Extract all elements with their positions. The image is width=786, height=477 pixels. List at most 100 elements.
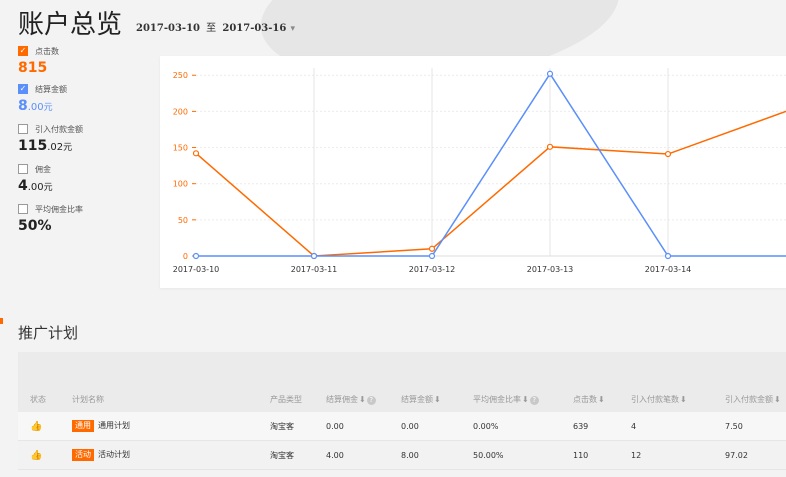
sort-icon[interactable]: ⬇ [774,395,781,404]
y-tick-label: 50 [178,216,188,225]
data-point [192,252,200,260]
metric-toggle[interactable]: 佣金 [18,162,148,176]
metric-value: 815 [18,60,48,76]
table-header-row: 状态 计划名称 产品类型 结算佣金⬇? 结算金额⬇ 平均佣金比率⬇? 点击数⬇ … [18,386,786,412]
payment-orders: 4 [631,421,637,431]
sort-icon[interactable]: ⬇ [434,395,441,404]
checkbox-checked-icon[interactable]: ✓ [18,46,28,56]
metric-toggle[interactable]: ✓ 点击数 [18,44,148,58]
avg-commission-rate: 0.00% [473,421,499,431]
thumb-icon[interactable]: 👍 [30,421,42,432]
column-header[interactable]: 产品类型 [270,394,326,405]
trend-chart: 0 50 100 150 200 250 2017-03-10 2017-03-11 2017-… [173,68,786,274]
metric-settlement-amount: ✓ 结算金额 8.00元 [18,82,148,116]
date-end: 2017-03-16 [222,23,287,34]
y-tick-label: 100 [173,180,188,189]
sort-icon[interactable]: ⬇ [680,395,687,404]
promo-plan-table: 状态 计划名称 产品类型 结算佣金⬇? 结算金额⬇ 平均佣金比率⬇? 点击数⬇ … [18,352,786,470]
edge-marker [0,318,3,324]
metric-value: 50% [18,218,52,234]
settled-commission: 0.00 [326,421,344,431]
table-toolbar [18,352,786,386]
payment-amount: 97.02 [725,450,748,460]
column-header[interactable]: 引入付款笔数⬇ [631,394,725,405]
data-point [428,252,436,260]
metric-clicks: ✓ 点击数 815 [18,44,148,76]
column-header[interactable]: 结算金额⬇ [401,394,473,405]
table-row[interactable]: 👍 活动 活动计划 淘宝客 4.00 8.00 50.00% 110 12 97.… [18,441,786,470]
data-point [192,150,200,157]
avg-commission-rate: 50.00% [473,450,504,460]
product-type: 淘宝客 [270,421,294,431]
y-tick-label: 250 [173,71,188,80]
date-separator: 至 [206,23,217,34]
plan-tag: 通用 [72,420,94,432]
metric-value: 4.00元 [18,178,53,194]
help-icon[interactable]: ? [529,395,539,405]
x-tick-label: 2017-03-11 [291,265,338,274]
y-tick-label: 200 [173,107,188,116]
data-point [428,245,436,252]
caret-down-icon: ▾ [290,24,296,34]
metric-avg-commission-rate: 平均佣金比率 50% [18,202,148,234]
settled-amount: 0.00 [401,421,419,431]
payment-orders: 12 [631,450,642,460]
metric-toggle[interactable]: ✓ 结算金额 [18,82,148,96]
checkbox-icon[interactable] [18,164,28,174]
plan-tag: 活动 [72,449,94,461]
metrics-panel: ✓ 点击数 815 ✓ 结算金额 8.00元 引入付款金额 115.02元 佣金… [18,44,148,240]
y-tick-label: 150 [173,144,188,153]
help-icon[interactable]: ? [366,395,376,405]
data-point [664,150,672,158]
column-header[interactable]: 平均佣金比率⬇? [473,394,573,405]
checkbox-checked-icon[interactable]: ✓ [18,84,28,94]
column-header[interactable]: 状态 [18,394,70,405]
y-tick-label: 0 [183,252,188,261]
page-title: 账户总览 [18,10,123,40]
x-tick-label: 2017-03-13 [527,265,574,274]
checkbox-icon[interactable] [18,124,28,134]
column-header[interactable]: 点击数⬇ [573,394,631,405]
column-header[interactable]: 结算佣金⬇? [326,394,401,405]
clicks: 639 [573,421,589,431]
table-row[interactable]: 👍 通用 通用计划 淘宝客 0.00 0.00 0.00% 639 4 7.50 [18,412,786,441]
metric-label: 引入付款金额 [35,124,83,134]
section-title: 推广计划 [18,324,79,342]
series-line [196,72,786,257]
sort-icon[interactable]: ⬇ [359,395,366,404]
metric-payment-amount: 引入付款金额 115.02元 [18,122,148,156]
metric-commission: 佣金 4.00元 [18,162,148,196]
trend-chart-card: 0 50 100 150 200 250 2017-03-10 2017-03-11 2017-… [160,56,786,288]
x-tick-label: 2017-03-10 [173,265,220,274]
x-tick-label: 2017-03-14 [645,265,692,274]
metric-label: 结算金额 [35,84,67,94]
settled-commission: 4.00 [326,450,344,460]
clicks: 110 [573,450,589,460]
x-tick-label: 2017-03-12 [409,265,456,274]
column-header[interactable]: 引入付款金额⬇ [725,394,786,405]
metric-toggle[interactable]: 平均佣金比率 [18,202,148,216]
metric-label: 平均佣金比率 [35,204,83,214]
data-point [664,252,672,260]
date-start: 2017-03-10 [136,23,200,34]
sort-icon[interactable]: ⬇ [522,395,529,404]
metric-value: 115.02元 [18,138,73,154]
metric-toggle[interactable]: 引入付款金额 [18,122,148,136]
plan-name-link[interactable]: 通用计划 [98,421,130,430]
settled-amount: 8.00 [401,450,419,460]
column-header[interactable]: 计划名称 [70,394,270,405]
date-range-picker[interactable]: 2017-03-10 至 2017-03-16 ▾ [136,22,295,40]
data-point [310,252,318,260]
metric-label: 点击数 [35,46,59,56]
sort-icon[interactable]: ⬇ [598,395,605,404]
page-header: 账户总览 2017-03-10 至 2017-03-16 ▾ [18,6,295,40]
data-point [546,143,554,150]
payment-amount: 7.50 [725,421,743,431]
thumb-icon[interactable]: 👍 [30,450,42,461]
metric-label: 佣金 [35,164,51,174]
plan-name-link[interactable]: 活动计划 [98,450,130,459]
data-point [546,70,554,77]
metric-value: 8.00元 [18,98,53,114]
product-type: 淘宝客 [270,450,294,460]
checkbox-icon[interactable] [18,204,28,214]
